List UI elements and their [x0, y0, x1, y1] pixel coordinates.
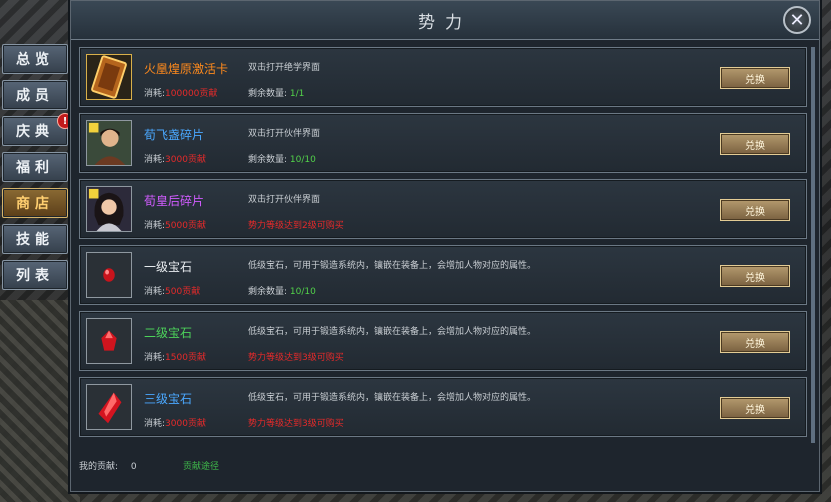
requirement-text: 势力等级达到3级可购买 — [248, 353, 344, 363]
item-description: 双击打开伙伴界面 — [248, 129, 321, 139]
remaining-label: 剩余数量: — [248, 89, 288, 99]
gem-small-icon — [86, 252, 132, 298]
tab-0[interactable]: 总览 — [2, 44, 68, 74]
portrait-female-icon — [86, 186, 132, 232]
portrait-male-icon — [86, 120, 132, 166]
item-description: 低级宝石，可用于锻造系统内，镶嵌在装备上，会增加人物对应的属性。 — [248, 393, 537, 403]
panel-title: 势力 — [418, 12, 472, 33]
remaining-label: 剩余数量: — [248, 287, 288, 297]
cost-label: 消耗: — [144, 221, 166, 231]
cost-label: 消耗: — [144, 353, 166, 363]
item-cost: 消耗:3000贡献 — [144, 416, 206, 429]
tab-label: 商店 — [16, 196, 54, 212]
cost-value: 5000贡献 — [165, 221, 206, 231]
tab-label: 福利 — [16, 160, 54, 176]
exchange-button[interactable]: 兑换 — [720, 67, 790, 89]
exchange-button[interactable]: 兑换 — [720, 331, 790, 353]
tab-5[interactable]: 技能 — [2, 224, 68, 254]
item-description: 低级宝石，可用于锻造系统内，镶嵌在装备上，会增加人物对应的属性。 — [248, 327, 537, 337]
close-button[interactable]: ✕ — [783, 6, 811, 34]
gem-medium-icon — [86, 318, 132, 364]
item-cost: 消耗:500贡献 — [144, 284, 200, 297]
requirement-text: 势力等级达到3级可购买 — [248, 419, 344, 429]
remaining-value: 1/1 — [289, 89, 305, 99]
exchange-button[interactable]: 兑换 — [720, 133, 790, 155]
item-remaining: 势力等级达到3级可购买 — [248, 416, 344, 429]
item-name: 荀飞盏碎片 — [144, 128, 205, 142]
tab-6[interactable]: 列表 — [2, 260, 68, 290]
cost-value: 3000贡献 — [165, 419, 206, 429]
contribution-source-link[interactable]: 贡献途径 — [183, 459, 219, 472]
title-bar: 势力 ✕ — [71, 1, 819, 40]
item-remaining: 势力等级达到2级可购买 — [248, 218, 344, 231]
item-cost: 消耗:5000贡献 — [144, 218, 206, 231]
item-remaining: 势力等级达到3级可购买 — [248, 350, 344, 363]
item-name: 荀皇后碎片 — [144, 194, 205, 208]
shop-item-row[interactable]: 三级宝石消耗:3000贡献 低级宝石，可用于锻造系统内，镶嵌在装备上，会增加人物对… — [79, 377, 807, 437]
cost-label: 消耗: — [144, 89, 166, 99]
item-cost: 消耗:3000贡献 — [144, 152, 206, 165]
cost-value: 500贡献 — [165, 287, 201, 297]
shop-item-row[interactable]: 二级宝石消耗:1500贡献 低级宝石，可用于锻造系统内，镶嵌在装备上，会增加人物对… — [79, 311, 807, 371]
exchange-button[interactable]: 兑换 — [720, 265, 790, 287]
contribution-label: 我的贡献: — [79, 462, 119, 472]
tab-2[interactable]: 庆典! — [2, 113, 73, 146]
item-remaining: 剩余数量: 10/10 — [248, 152, 316, 165]
remaining-value: 10/10 — [289, 287, 316, 297]
tab-label: 庆典 — [16, 124, 54, 140]
item-name: 一级宝石 — [144, 260, 193, 274]
item-description: 低级宝石，可用于锻造系统内，镶嵌在装备上，会增加人物对应的属性。 — [248, 261, 537, 271]
card-icon — [86, 54, 132, 100]
shop-item-row[interactable]: 一级宝石消耗:500贡献 低级宝石，可用于锻造系统内，镶嵌在装备上，会增加人物对应… — [79, 245, 807, 305]
item-name: 火凰煌原激活卡 — [144, 62, 229, 76]
shop-item-row[interactable]: 荀皇后碎片消耗:5000贡献 双击打开伙伴界面势力等级达到2级可购买 兑换 — [79, 179, 807, 239]
contribution-value: 0 — [130, 462, 137, 472]
contribution-footer: 我的贡献: 0 贡献途径 — [79, 459, 219, 472]
cost-label: 消耗: — [144, 419, 166, 429]
remaining-label: 剩余数量: — [248, 155, 288, 165]
item-cost: 消耗:1500贡献 — [144, 350, 206, 363]
item-name: 三级宝石 — [144, 392, 193, 406]
item-description: 双击打开伙伴界面 — [248, 195, 321, 205]
cost-value: 100000贡献 — [165, 89, 218, 99]
exchange-button[interactable]: 兑换 — [720, 397, 790, 419]
tab-label: 总览 — [16, 52, 54, 68]
item-remaining: 剩余数量: 10/10 — [248, 284, 316, 297]
shop-item-row[interactable]: 荀飞盏碎片消耗:3000贡献 双击打开伙伴界面 剩余数量: 10/10 兑换 — [79, 113, 807, 173]
scrollbar[interactable] — [811, 47, 815, 443]
roof-scenery — [0, 300, 80, 502]
side-tabs: 总览成员庆典! 福利商店技能列表 — [2, 44, 73, 296]
item-name: 二级宝石 — [144, 326, 193, 340]
shop-list: 火凰煌原激活卡 消耗:100000贡献 双击打开绝学界面 剩余数量: 1/1 兑换 荀飞盏… — [79, 47, 807, 443]
item-description: 双击打开绝学界面 — [248, 63, 321, 73]
cost-label: 消耗: — [144, 287, 166, 297]
requirement-text: 势力等级达到2级可购买 — [248, 221, 344, 231]
cost-value: 3000贡献 — [165, 155, 206, 165]
remaining-value: 10/10 — [289, 155, 316, 165]
tab-label: 列表 — [16, 268, 54, 284]
tab-3[interactable]: 福利 — [2, 152, 68, 182]
tab-1[interactable]: 成员 — [2, 80, 68, 110]
item-remaining: 剩余数量: 1/1 — [248, 86, 304, 99]
cost-label: 消耗: — [144, 155, 166, 165]
cost-value: 1500贡献 — [165, 353, 206, 363]
faction-panel: 势力 ✕ 火凰煌原激活卡 消耗:100000贡献 双击打开绝学界面 剩余数量: 1/1… — [70, 0, 820, 492]
item-cost: 消耗:100000贡献 — [144, 86, 217, 99]
tab-label: 成员 — [16, 88, 54, 104]
shop-item-row[interactable]: 火凰煌原激活卡 消耗:100000贡献 双击打开绝学界面 剩余数量: 1/1 兑换 — [79, 47, 807, 107]
tab-4[interactable]: 商店 — [2, 188, 68, 218]
gem-large-icon — [86, 384, 132, 430]
tab-label: 技能 — [16, 232, 54, 248]
exchange-button[interactable]: 兑换 — [720, 199, 790, 221]
